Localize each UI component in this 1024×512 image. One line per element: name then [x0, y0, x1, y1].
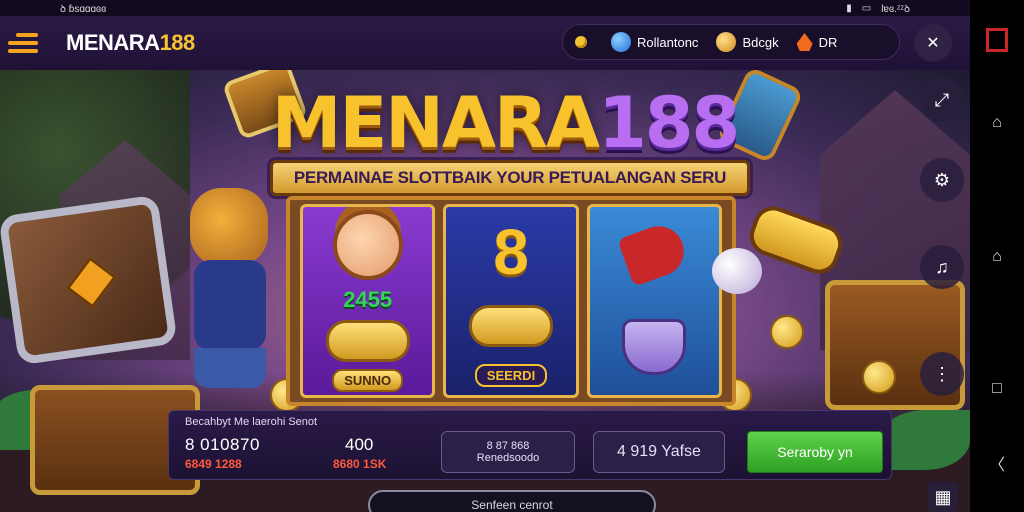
gem-icon: [65, 256, 118, 309]
scroll-symbol-icon: [468, 305, 553, 348]
reel-1[interactable]: 2455 SUNNO: [300, 204, 436, 398]
battery-icon: ▭: [861, 2, 872, 14]
home-icon[interactable]: ⌂: [982, 242, 1012, 272]
sound-button[interactable]: ♫: [920, 245, 964, 289]
reel-3[interactable]: [586, 204, 722, 398]
pill-flame[interactable]: DR: [796, 33, 838, 51]
close-icon: ✕: [926, 35, 940, 52]
face-symbol-icon: [332, 210, 403, 281]
coin-decoration: [770, 315, 804, 349]
top-header: MENARA188 Rollantonc Bdcgk DR ✕: [0, 16, 970, 70]
goblin-character: [180, 188, 280, 388]
info-box-2[interactable]: 4 919 Yafse: [593, 431, 725, 473]
reel-2[interactable]: 8 SEERDI: [443, 204, 579, 398]
info-box-2-label: 4 919 Yafse: [617, 443, 701, 460]
history-button[interactable]: ⋮: [920, 352, 964, 396]
settings-icon: ⚙: [933, 169, 951, 190]
status-right-group: ▮ ▭ lɐɞ.ᶻᶻꝺ: [846, 1, 910, 16]
flame-icon: [796, 33, 813, 51]
header-close-button[interactable]: ✕: [914, 24, 952, 62]
signal-icon: ▮: [846, 2, 852, 14]
coin-decoration: [862, 360, 896, 394]
reel-1-value: 2455: [343, 287, 393, 313]
pill-globe[interactable]: Rollantonc: [611, 32, 698, 52]
bottle-symbol-icon: [617, 218, 692, 287]
back-icon[interactable]: 〈: [982, 448, 1012, 478]
history-icon: ⋮: [933, 363, 951, 384]
coin-icon: [575, 36, 587, 48]
pill-globe-label: Rollantonc: [637, 34, 699, 50]
exit-button[interactable]: ▦: [928, 482, 958, 512]
info-box-1-line1: 8 87 868: [486, 440, 530, 452]
overview-icon[interactable]: □: [982, 374, 1012, 404]
status-left: ꝺ ɓsɑɑɑɞɞ: [60, 4, 107, 15]
action-button[interactable]: Seraroby yn: [747, 431, 883, 473]
pill-bell-label: Bdcgk: [742, 34, 779, 50]
status-bar: ꝺ ɓsɑɑɑɞɞ ▮ ▭ lɐɞ.ᶻᶻꝺ: [0, 0, 970, 16]
exit-icon: ▦: [934, 486, 952, 507]
bell-icon: [716, 32, 737, 52]
barrel-decoration: [0, 194, 178, 366]
home-icon[interactable]: ⌂: [982, 108, 1012, 138]
brand-number: 188: [159, 30, 196, 55]
share-button[interactable]: ⤢: [920, 78, 964, 122]
info-sub-left: 6849 1288: [185, 457, 242, 471]
menu-button[interactable]: [8, 28, 48, 58]
pot-symbol-icon: [622, 318, 687, 375]
sound-icon: ♫: [935, 256, 949, 277]
info-title: Becahbyt Me laerohi Senot: [185, 416, 318, 428]
system-nav-bar: ⌂ ⌂ □ 〈: [970, 0, 1024, 512]
info-box-1[interactable]: 8 87 868 Renedsoodo: [441, 431, 575, 473]
header-pill: Rollantonc Bdcgk DR: [562, 24, 900, 60]
game-title-number: 188: [598, 82, 740, 164]
pill-coin[interactable]: [575, 36, 593, 48]
globe-icon: [611, 32, 631, 52]
bottom-pill-button[interactable]: Senfeen cenrot: [368, 490, 656, 512]
status-right: lɐɞ.ᶻᶻꝺ: [881, 4, 910, 15]
settings-button[interactable]: ⚙: [920, 158, 964, 202]
info-box-1-line2: Renedsoodo: [476, 452, 540, 464]
pill-bell[interactable]: Bdcgk: [716, 32, 779, 52]
pill-flame-label: DR: [818, 34, 838, 50]
info-bar: Becahbyt Me laerohi Senot 8 010870 400 6…: [168, 410, 892, 480]
scroll-symbol-icon: [325, 319, 410, 362]
game-banner: PERMAINAE SLOTTBAIK YOUR PETUALANGAN SER…: [270, 160, 750, 196]
info-stat-right: 400: [345, 435, 374, 454]
reel-2-label: SEERDI: [474, 363, 548, 387]
leaf-decoration: [880, 410, 970, 470]
slot-reels: 2455 SUNNO 8 SEERDI: [286, 196, 736, 406]
info-stat-left: 8 010870: [185, 435, 260, 454]
eight-symbol-icon: 8: [493, 216, 529, 289]
brand-logo[interactable]: MENARA188: [66, 30, 195, 56]
game-scene: MENARA188 PERMAINAE SLOTTBAIK YOUR PETUA…: [0, 70, 970, 512]
reel-1-label: SUNNO: [332, 368, 404, 392]
app-icon: [986, 28, 1008, 52]
game-title-logo: MENARA188: [271, 82, 740, 164]
ball-decoration: [712, 248, 762, 294]
share-icon: ⤢: [934, 89, 950, 110]
info-sub-right: 8680 1SK: [333, 457, 387, 471]
